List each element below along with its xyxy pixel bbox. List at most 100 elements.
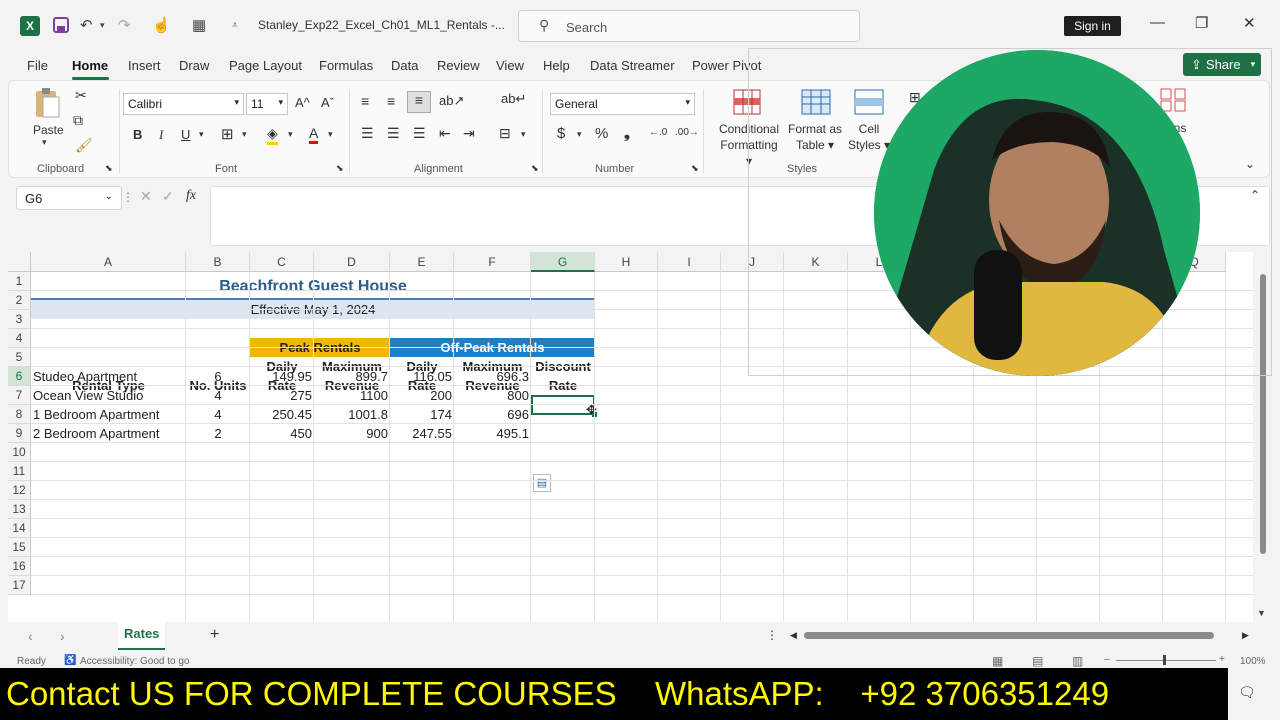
form-icon[interactable]: ▦ [192, 14, 206, 36]
row-header[interactable]: 17 [8, 576, 31, 595]
tab-formulas[interactable]: Formulas [319, 58, 373, 73]
cancel-entry-icon[interactable]: ✕ [140, 188, 152, 205]
clipboard-launcher-icon[interactable]: ⬊ [105, 163, 113, 174]
row-header[interactable]: 9 [8, 424, 31, 443]
redo-icon[interactable]: ↷ [118, 14, 131, 36]
align-bottom-icon[interactable]: ≡ [407, 91, 431, 113]
tab-insert[interactable]: Insert [128, 58, 161, 73]
comma-style-icon[interactable]: ❟ [624, 125, 630, 142]
row-header[interactable]: 11 [8, 462, 31, 481]
paste-dropdown-icon[interactable]: ▾ [42, 137, 47, 148]
fill-color-icon[interactable]: ◈ [267, 125, 278, 145]
prev-sheet-icon[interactable]: ‹ [28, 628, 33, 644]
undo-icon[interactable]: ↶ [80, 14, 93, 36]
select-all-corner[interactable] [8, 252, 31, 272]
align-left-icon[interactable]: ☰ [361, 125, 374, 142]
table-cell[interactable]: 450 [250, 424, 314, 443]
paste-icon[interactable] [33, 87, 61, 122]
zoom-slider-thumb[interactable] [1163, 655, 1166, 665]
row-header[interactable]: 13 [8, 500, 31, 519]
table-cell[interactable]: 6 [186, 367, 250, 386]
confirm-entry-icon[interactable]: ✓ [162, 188, 174, 205]
tab-page-layout[interactable]: Page Layout [229, 58, 302, 73]
bold-icon[interactable]: B [133, 127, 142, 142]
zoom-slider[interactable] [1116, 660, 1216, 661]
wrap-text-icon[interactable]: ab↵ [501, 91, 526, 107]
decrease-decimal-icon[interactable]: .00→ [675, 127, 699, 138]
font-name-select[interactable]: Calibri ▾ [123, 93, 244, 115]
tab-view[interactable]: View [496, 58, 524, 73]
row-header[interactable]: 6 [8, 367, 31, 386]
currency-icon[interactable]: $ [557, 125, 565, 142]
column-header[interactable]: E [390, 252, 454, 272]
font-size-select[interactable]: 11 ▾ [246, 93, 288, 115]
tab-help[interactable]: Help [543, 58, 570, 73]
table-cell[interactable]: 250.45 [250, 405, 314, 424]
tab-data[interactable]: Data [391, 58, 418, 73]
name-box[interactable]: G6 ⌄ [16, 186, 122, 210]
row-header[interactable]: 16 [8, 557, 31, 576]
merge-center-icon[interactable]: ⊟ [499, 125, 511, 142]
row-header[interactable]: 1 [8, 272, 31, 291]
font-launcher-icon[interactable]: ⬊ [336, 163, 344, 174]
table-cell[interactable]: 116.05 [390, 367, 454, 386]
row-header[interactable]: 3 [8, 310, 31, 329]
sheet-tab-rates[interactable]: Rates [118, 622, 166, 650]
column-header[interactable]: I [658, 252, 721, 272]
quick-analysis-icon[interactable]: ▤ [533, 474, 551, 492]
table-cell[interactable]: 1001.8 [314, 405, 390, 424]
scroll-right-icon[interactable]: ▶ [1242, 630, 1249, 641]
tab-file[interactable]: File [27, 58, 48, 73]
increase-indent-icon[interactable]: ⇥ [463, 125, 475, 142]
sign-in-button[interactable]: Sign in [1064, 16, 1121, 36]
table-cell[interactable]: 1 Bedroom Apartment [31, 405, 186, 424]
close-icon[interactable]: ✕ [1243, 14, 1256, 32]
tab-review[interactable]: Review [437, 58, 480, 73]
table-cell[interactable]: Ocean View Studio [31, 386, 186, 405]
add-sheet-icon[interactable]: + [210, 626, 219, 644]
touch-mode-icon[interactable]: ☝ [152, 14, 171, 36]
increase-decimal-icon[interactable]: ←.0 [649, 127, 667, 138]
column-header[interactable]: H [595, 252, 658, 272]
scroll-down-icon[interactable]: ▼ [1257, 608, 1266, 618]
tab-options-icon[interactable]: ⋮ [766, 628, 778, 642]
underline-dropdown-icon[interactable]: ▾ [199, 129, 204, 140]
borders-dropdown-icon[interactable]: ▾ [242, 129, 247, 140]
table-cell[interactable]: 2 [186, 424, 250, 443]
zoom-out-icon[interactable]: – [1104, 654, 1110, 665]
row-header[interactable]: 15 [8, 538, 31, 557]
alignment-launcher-icon[interactable]: ⬊ [531, 163, 539, 174]
font-color-icon[interactable]: A [309, 125, 319, 144]
percent-icon[interactable]: % [595, 125, 608, 142]
row-header[interactable]: 4 [8, 329, 31, 348]
table-cell[interactable]: 4 [186, 386, 250, 405]
increase-font-icon[interactable]: A^ [295, 95, 310, 110]
table-cell[interactable]: 495.1 [454, 424, 531, 443]
column-header[interactable]: F [454, 252, 531, 272]
column-header[interactable]: A [31, 252, 186, 272]
tab-home[interactable]: Home [72, 58, 108, 73]
italic-icon[interactable]: I [159, 127, 163, 143]
format-painter-icon[interactable]: 🖌 [75, 137, 93, 154]
feedback-icon[interactable]: 🗨 [1238, 684, 1256, 701]
table-cell[interactable]: 899.7 [314, 367, 390, 386]
row-header[interactable]: 10 [8, 443, 31, 462]
search-box[interactable]: ⚲ Search [518, 10, 860, 42]
table-cell[interactable]: 800 [454, 386, 531, 405]
row-header[interactable]: 14 [8, 519, 31, 538]
column-header[interactable]: B [186, 252, 250, 272]
table-cell[interactable]: 247.55 [390, 424, 454, 443]
currency-dropdown-icon[interactable]: ▾ [577, 129, 582, 140]
table-cell[interactable]: 149.95 [250, 367, 314, 386]
underline-icon[interactable]: U [181, 127, 190, 142]
paste-label[interactable]: Paste [33, 123, 64, 137]
copy-icon[interactable]: ⧉ [73, 112, 83, 129]
column-header[interactable]: G [531, 252, 595, 272]
row-header[interactable]: 12 [8, 481, 31, 500]
align-center-icon[interactable]: ☰ [387, 125, 400, 142]
row-header[interactable]: 8 [8, 405, 31, 424]
horizontal-scroll-thumb[interactable] [804, 632, 1214, 639]
table-cell[interactable]: 200 [390, 386, 454, 405]
number-launcher-icon[interactable]: ⬊ [691, 163, 699, 174]
normal-view-icon[interactable]: ▦ [992, 654, 1003, 668]
